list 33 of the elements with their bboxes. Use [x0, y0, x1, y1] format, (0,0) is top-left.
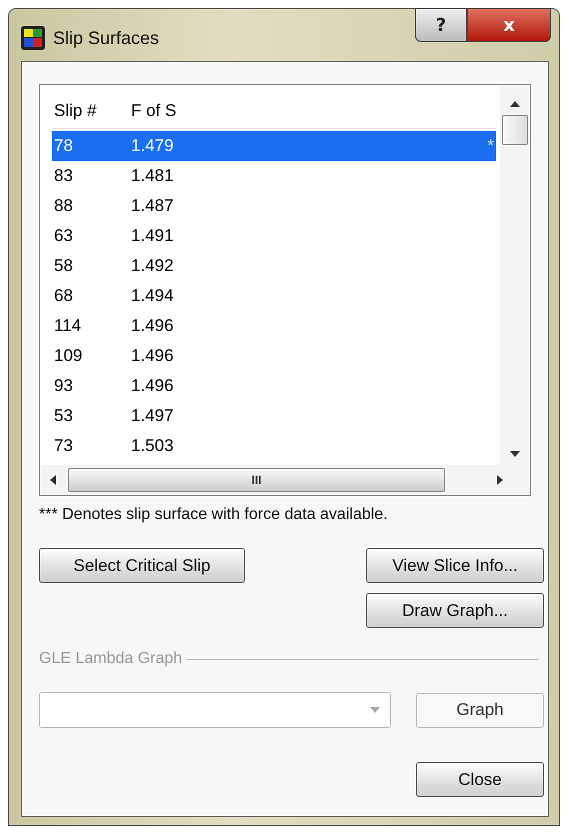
list-row[interactable]: 109 1.496: [52, 341, 496, 371]
scroll-thumb[interactable]: III: [68, 468, 445, 492]
select-critical-slip-button[interactable]: Select Critical Slip: [39, 548, 245, 583]
vertical-scrollbar[interactable]: [500, 85, 530, 465]
list-row[interactable]: 68 1.494: [52, 281, 496, 311]
help-button[interactable]: ?: [415, 8, 467, 42]
note-text: *** Denotes slip surface with force data available.: [39, 506, 389, 524]
column-header: F of S: [131, 101, 176, 121]
list-row[interactable]: 93 1.496: [52, 371, 496, 401]
app-icon: [21, 26, 45, 50]
close-dialog-button[interactable]: Close: [416, 762, 544, 797]
lambda-dropdown[interactable]: [39, 692, 391, 728]
list-row[interactable]: 73 1.503: [52, 431, 496, 461]
draw-graph-button[interactable]: Draw Graph...: [366, 593, 544, 628]
list-row[interactable]: 63 1.491: [52, 221, 496, 251]
list-row[interactable]: 53 1.497: [52, 401, 496, 431]
list-row[interactable]: 83 1.481: [52, 161, 496, 191]
down-arrow-icon: [510, 451, 520, 457]
window-title: Slip Surfaces: [53, 28, 160, 48]
left-arrow-icon: [50, 475, 56, 485]
right-arrow-icon: [497, 475, 503, 485]
view-slice-info-button[interactable]: View Slice Info...: [366, 548, 544, 583]
group-label: GLE Lambda Graph: [39, 650, 182, 668]
list-row[interactable]: 78 1.479 *: [52, 131, 496, 161]
window-close-button[interactable]: x: [467, 8, 551, 42]
up-arrow-icon: [510, 101, 520, 107]
dropdown-arrow-icon: [370, 707, 380, 713]
column-header: Slip #: [53, 101, 98, 121]
list-row[interactable]: 58 1.492: [52, 251, 496, 281]
horizontal-scrollbar[interactable]: III: [40, 465, 530, 495]
scroll-thumb[interactable]: [502, 115, 528, 145]
list-row[interactable]: 114 1.496: [52, 311, 496, 341]
list-row[interactable]: 88 1.487: [52, 191, 496, 221]
